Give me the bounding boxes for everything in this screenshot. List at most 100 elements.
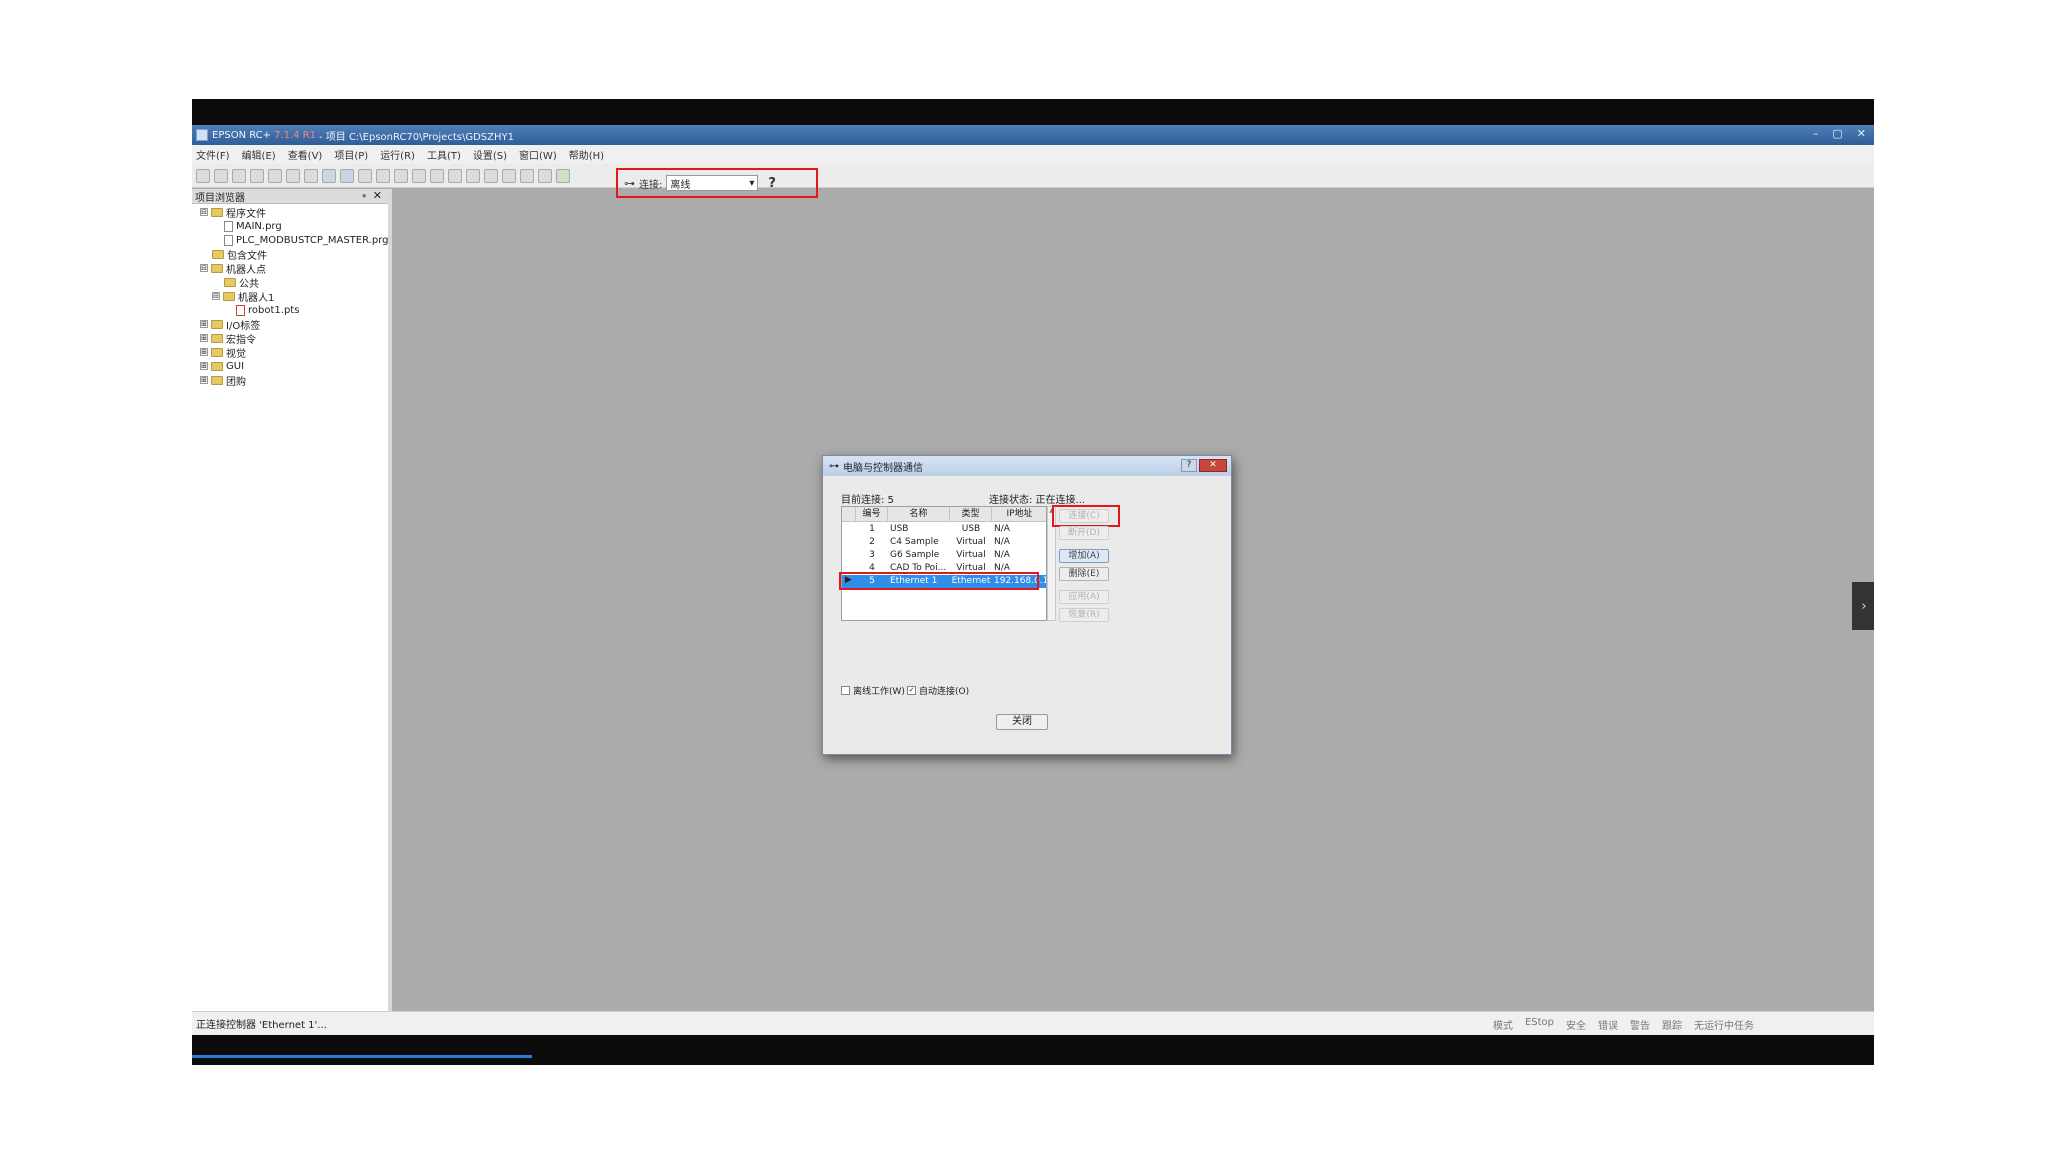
table-cell-ip: N/A: [994, 550, 1010, 560]
collapse-icon[interactable]: ⊟: [212, 292, 220, 300]
table-row[interactable]: 2 C4 Sample Virtual N/A: [842, 536, 1046, 549]
collapse-icon[interactable]: ⊟: [200, 264, 208, 272]
dialog-close-icon[interactable]: ✕: [1199, 459, 1227, 472]
copy-icon[interactable]: [286, 168, 300, 183]
menu-file[interactable]: 文件(F): [196, 147, 230, 162]
menu-tools[interactable]: 工具(T): [427, 147, 461, 162]
run-window-icon[interactable]: [340, 168, 354, 183]
column-header-name[interactable]: 名称: [888, 507, 950, 522]
menu-project[interactable]: 项目(P): [334, 147, 368, 162]
outdent-icon[interactable]: [412, 168, 426, 183]
menu-setup[interactable]: 设置(S): [473, 147, 507, 162]
status-warning: 警告: [1630, 1021, 1650, 1032]
menu-help[interactable]: 帮助(H): [569, 147, 604, 162]
redo-icon[interactable]: [376, 168, 390, 183]
cut-icon[interactable]: [268, 168, 282, 183]
tree-item[interactable]: 包含文件: [212, 247, 267, 262]
table-cell-type: Virtual: [956, 550, 986, 560]
tree-item[interactable]: ⊞ GUI: [200, 359, 244, 373]
dialog-close-button[interactable]: 关闭: [996, 714, 1048, 730]
menu-window[interactable]: 窗口(W): [519, 147, 557, 162]
expand-icon[interactable]: ⊞: [200, 334, 208, 342]
window-close-icon[interactable]: ✕: [1857, 127, 1866, 140]
tree-item[interactable]: ⊟ 机器人点: [200, 261, 266, 276]
table-row[interactable]: 1 USB USB N/A: [842, 523, 1046, 536]
table-cell-name: G6 Sample: [890, 550, 940, 560]
restore-button[interactable]: 恢复(R): [1059, 608, 1109, 622]
build-icon[interactable]: [322, 168, 336, 183]
tree-item[interactable]: MAIN.prg: [224, 219, 282, 233]
table-cell-no: 1: [869, 524, 875, 534]
dialog-titlebar[interactable]: ⊶ 电脑与控制器通信 ? ✕: [823, 456, 1231, 476]
tree-item-label: 程序文件: [226, 208, 266, 220]
command-window-icon[interactable]: [448, 168, 462, 183]
side-panel-toggle[interactable]: ›: [1852, 582, 1874, 630]
undo-icon[interactable]: [358, 168, 372, 183]
column-header-number[interactable]: 编号: [856, 507, 888, 522]
tree-item-label: 宏指令: [226, 334, 256, 346]
status-error: 错误: [1598, 1021, 1618, 1032]
collapse-icon[interactable]: ⊟: [200, 208, 208, 216]
help-button[interactable]: ?: [768, 176, 776, 191]
tree-item-label: 机器人1: [238, 292, 275, 304]
indent-icon[interactable]: [394, 168, 408, 183]
print-icon[interactable]: [250, 168, 264, 183]
tree-item[interactable]: ⊟ 机器人1: [212, 289, 275, 304]
paste-icon[interactable]: [304, 168, 318, 183]
task-manager-icon[interactable]: [484, 168, 498, 183]
delete-button[interactable]: 删除(E): [1059, 567, 1109, 581]
connection-label: 连接:: [639, 179, 663, 191]
tree-item[interactable]: ⊟ 程序文件: [200, 205, 266, 220]
disconnect-button[interactable]: 断开(D): [1059, 526, 1109, 540]
connection-select[interactable]: 离线 ▾: [666, 175, 759, 191]
tree-item[interactable]: robot1.pts: [236, 303, 299, 317]
auto-connect-checkbox[interactable]: ✓ 自动连接(O): [907, 684, 969, 697]
new-file-icon[interactable]: [196, 168, 210, 183]
tree-item[interactable]: ⊞ 视觉: [200, 345, 246, 360]
table-row[interactable]: 3 G6 Sample Virtual N/A: [842, 549, 1046, 562]
maximize-icon[interactable]: ▢: [1832, 127, 1842, 140]
tree-item[interactable]: 公共: [224, 275, 259, 290]
add-button[interactable]: 增加(A): [1059, 549, 1109, 563]
expand-icon[interactable]: ⊞: [200, 376, 208, 384]
status-estop: EStop: [1524, 1017, 1554, 1028]
simulator-icon[interactable]: [538, 168, 552, 183]
minimize-icon[interactable]: –: [1813, 127, 1819, 140]
app-title-prefix: EPSON RC+: [212, 129, 272, 141]
save-icon[interactable]: [232, 168, 246, 183]
column-header-ip[interactable]: IP地址: [992, 507, 1046, 522]
auto-connect-checkbox-box[interactable]: ✓: [907, 686, 916, 695]
tree-item[interactable]: PLC_MODBUSTCP_MASTER.prg: [224, 233, 389, 247]
offline-checkbox[interactable]: 离线工作(W): [841, 684, 905, 697]
video-progress-bar[interactable]: [192, 1055, 532, 1058]
menu-edit[interactable]: 编辑(E): [242, 147, 276, 162]
explorer-title: 项目浏览器: [195, 192, 245, 204]
screen-frame: EPSON RC+ 7.1.4 R1 - 项目 C:\EpsonRC70\Pro…: [192, 99, 1874, 1065]
expand-icon[interactable]: ⊞: [200, 320, 208, 328]
explorer-header: 项目浏览器 ᵩ ✕: [192, 189, 388, 204]
dialog-help-button[interactable]: ?: [1181, 459, 1197, 472]
menu-view[interactable]: 查看(V): [288, 147, 323, 162]
tree-item[interactable]: ⊞ 团购: [200, 373, 246, 388]
table-cell-type: USB: [961, 524, 981, 534]
expand-icon[interactable]: ⊞: [200, 362, 208, 370]
robot-manager-icon[interactable]: [430, 168, 444, 183]
gui-builder-icon[interactable]: [520, 168, 534, 183]
io-monitor-icon[interactable]: [466, 168, 480, 183]
pc-controller-communication-dialog: ⊶ 电脑与控制器通信 ? ✕ 目前连接: 5 连接状态: 正在连接... 编号 …: [822, 455, 1232, 755]
offline-checkbox-box[interactable]: [841, 686, 850, 695]
tree-item[interactable]: ⊞ I/O标签: [200, 317, 260, 332]
menu-run[interactable]: 运行(R): [380, 147, 415, 162]
apply-button[interactable]: 应用(A): [1059, 590, 1109, 604]
close-icon[interactable]: ✕: [373, 189, 382, 202]
title-bar[interactable]: EPSON RC+ 7.1.4 R1 - 项目 C:\EpsonRC70\Pro…: [192, 125, 1874, 145]
pin-icon[interactable]: ᵩ: [362, 190, 366, 200]
vision-icon[interactable]: [502, 168, 516, 183]
tree-item-label: 视觉: [226, 348, 246, 360]
open-file-icon[interactable]: [214, 168, 228, 183]
column-header-type[interactable]: 类型: [950, 507, 992, 522]
tree-item[interactable]: ⊞ 宏指令: [200, 331, 256, 346]
connect-button[interactable]: 连接(C): [1059, 509, 1109, 523]
expand-icon[interactable]: ⊞: [200, 348, 208, 356]
camera-icon[interactable]: [556, 168, 570, 183]
